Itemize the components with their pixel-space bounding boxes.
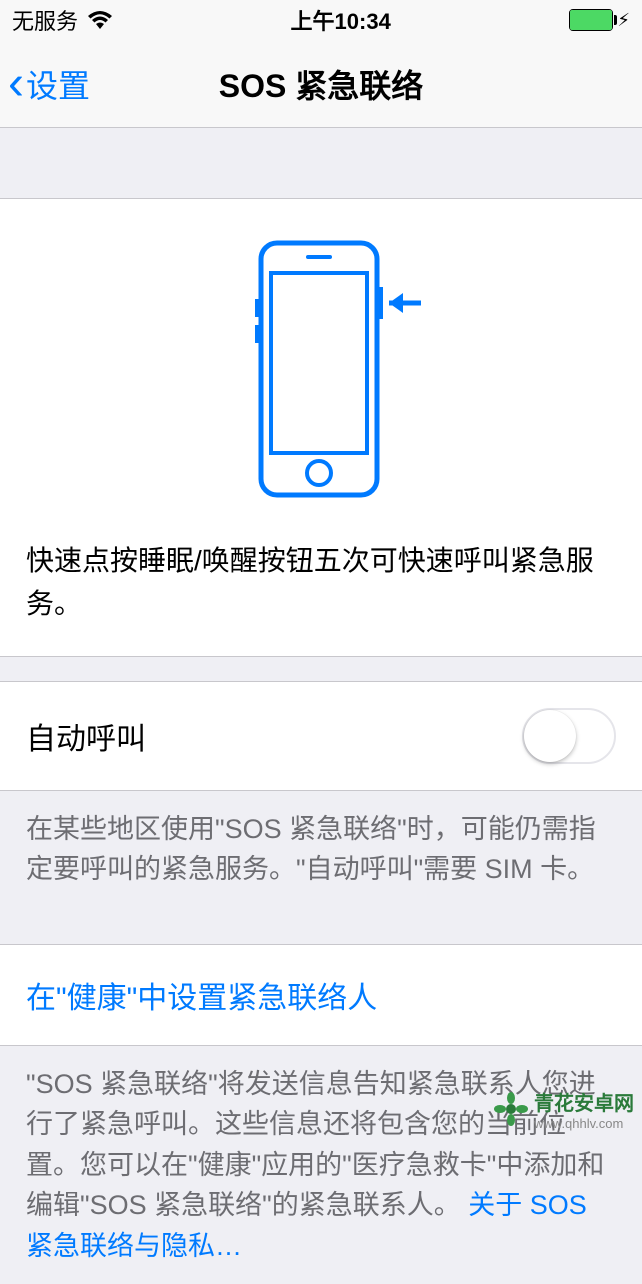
- carrier-text: 无服务: [12, 4, 78, 36]
- health-link-label: 在"健康"中设置紧急联络人: [26, 982, 377, 1015]
- hero-instruction: 快速点按睡眠/唤醒按钮五次可快速呼叫紧急服务。: [26, 539, 616, 626]
- auto-call-label: 自动呼叫: [26, 714, 146, 758]
- status-time: 上午10:34: [291, 4, 391, 36]
- watermark-url: www.qhhlv.com: [534, 1116, 634, 1131]
- page-title: SOS 紧急联络: [219, 61, 423, 107]
- hero-section: 快速点按睡眠/唤醒按钮五次可快速呼叫紧急服务。: [0, 198, 642, 657]
- back-button[interactable]: ‹ 设置: [0, 60, 90, 108]
- health-link-row[interactable]: 在"健康"中设置紧急联络人: [0, 944, 642, 1046]
- watermark: 青花安卓网 www.qhhlv.com: [494, 1087, 634, 1131]
- auto-call-footer: 在某些地区使用"SOS 紧急联络"时，可能仍需指定要呼叫的紧急服务。"自动呼叫"…: [0, 791, 642, 908]
- phone-illustration: [26, 239, 616, 499]
- auto-call-row: 自动呼叫: [0, 681, 642, 791]
- watermark-title: 青花安卓网: [534, 1093, 634, 1115]
- charging-icon: ⚡︎: [617, 10, 630, 31]
- status-left: 无服务: [12, 4, 112, 36]
- nav-bar: ‹ 设置 SOS 紧急联络: [0, 40, 642, 128]
- health-footer: "SOS 紧急联络"将发送信息告知紧急联系人您进行了紧急呼叫。这些信息还将包含您…: [0, 1046, 642, 1284]
- wifi-icon: [88, 11, 112, 29]
- flower-icon: [494, 1092, 528, 1126]
- chevron-left-icon: ‹: [8, 60, 24, 108]
- toggle-knob: [524, 710, 576, 762]
- battery-icon: [569, 9, 613, 31]
- auto-call-toggle[interactable]: [522, 708, 616, 764]
- back-label: 设置: [26, 61, 90, 107]
- status-bar: 无服务 上午10:34 ⚡︎: [0, 0, 642, 40]
- status-right: ⚡︎: [569, 9, 630, 31]
